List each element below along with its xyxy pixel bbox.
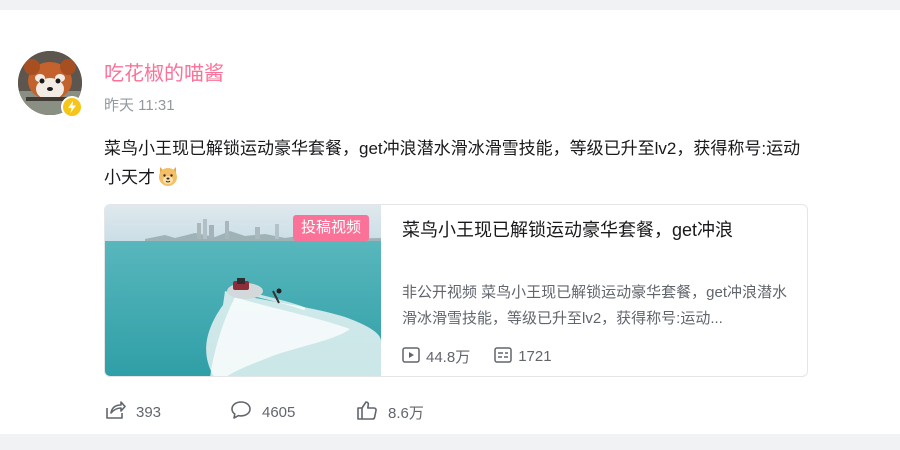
share-button[interactable]: 393 bbox=[104, 400, 230, 424]
like-button[interactable]: 8.6万 bbox=[356, 400, 482, 424]
verified-badge-icon bbox=[61, 96, 83, 118]
thumbs-up-icon bbox=[356, 400, 388, 424]
share-count: 393 bbox=[136, 403, 162, 421]
play-icon bbox=[402, 346, 426, 367]
video-thumbnail[interactable]: 投稿视频 bbox=[105, 205, 381, 376]
post-text: 菜鸟小王现已解锁运动豪华套餐，get冲浪潜水滑冰滑雪技能，等级已升至lv2，获得… bbox=[104, 134, 804, 196]
like-count: 8.6万 bbox=[388, 404, 424, 422]
video-stats: 44.8万 1721 bbox=[402, 346, 576, 367]
comment-icon bbox=[230, 400, 262, 424]
username[interactable]: 吃花椒的喵酱 bbox=[104, 57, 224, 86]
danmaku-count: 1721 bbox=[494, 346, 552, 367]
comment-button[interactable]: 4605 bbox=[230, 400, 356, 424]
video-title[interactable]: 菜鸟小王现已解锁运动豪华套餐，get冲浪 bbox=[402, 217, 792, 243]
view-count: 44.8万 bbox=[402, 346, 470, 367]
post-actions: 393 4605 8.6万 bbox=[104, 400, 482, 424]
danmaku-icon bbox=[494, 346, 518, 367]
post-text-content: 菜鸟小王现已解锁运动豪华套餐，get冲浪潜水滑冰滑雪技能，等级已升至lv2，获得… bbox=[104, 139, 801, 187]
post-card: 吃花椒的喵酱 昨天 11:31 菜鸟小王现已解锁运动豪华套餐，get冲浪潜水滑冰… bbox=[0, 10, 900, 434]
video-description: 非公开视频 菜鸟小王现已解锁运动豪华套餐，get冲浪潜水滑冰滑雪技能，等级已升至… bbox=[402, 284, 788, 327]
dog-face-emoji-icon bbox=[157, 165, 179, 196]
view-count-value: 44.8万 bbox=[426, 349, 471, 366]
danmaku-count-value: 1721 bbox=[518, 348, 552, 365]
post-timestamp: 昨天 11:31 bbox=[104, 97, 175, 114]
share-icon bbox=[104, 400, 136, 424]
video-card[interactable]: 投稿视频 菜鸟小王现已解锁运动豪华套餐，get冲浪 非公开视频 菜鸟小王现已解锁… bbox=[104, 204, 808, 377]
video-tag: 投稿视频 bbox=[292, 215, 369, 241]
comment-count: 4605 bbox=[262, 403, 296, 421]
